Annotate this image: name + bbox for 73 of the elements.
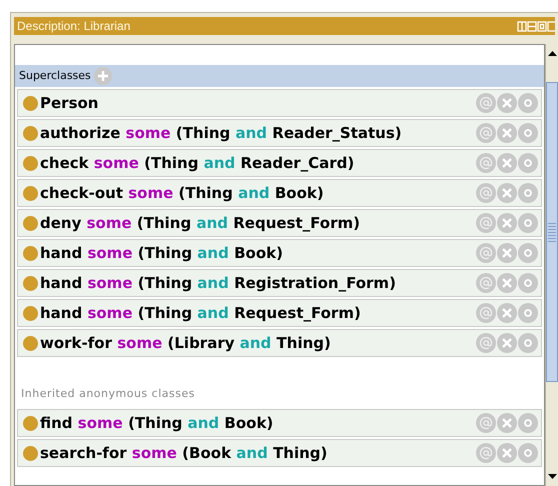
class-row[interactable]: hand some (Thing and Book): [17, 239, 542, 267]
class-dot-icon: [23, 216, 38, 230]
class-dot-icon: [23, 306, 38, 320]
annotation-icon[interactable]: [476, 273, 496, 293]
delete-icon[interactable]: [497, 243, 517, 263]
delete-icon[interactable]: [497, 443, 517, 463]
class-expression: find some (Thing and Book): [40, 412, 274, 434]
class-row[interactable]: check some (Thing and Reader_Card): [17, 149, 542, 177]
scrollbar[interactable]: [545, 44, 558, 486]
delete-icon[interactable]: [497, 333, 517, 353]
delete-icon[interactable]: [497, 213, 517, 233]
section-title: Superclasses: [19, 68, 91, 84]
annotation-icon[interactable]: [476, 153, 496, 173]
settings-icon[interactable]: [518, 413, 538, 433]
annotation-icon[interactable]: [476, 333, 496, 353]
class-dot-icon: [23, 446, 38, 460]
class-expression: hand some (Thing and Book): [40, 242, 284, 264]
class-row[interactable]: check-out some (Thing and Book): [17, 179, 542, 207]
window-title: Description: Librarian: [17, 18, 130, 35]
delete-icon[interactable]: [497, 303, 517, 323]
annotation-icon[interactable]: [476, 93, 496, 113]
delete-icon[interactable]: [497, 153, 517, 173]
class-dot-icon: [23, 416, 38, 430]
class-row[interactable]: deny some (Thing and Request_Form): [17, 209, 542, 237]
delete-icon[interactable]: [497, 123, 517, 143]
settings-icon[interactable]: [518, 93, 538, 113]
settings-icon[interactable]: [518, 333, 538, 353]
class-dot-icon: [23, 336, 38, 350]
delete-icon[interactable]: [497, 183, 517, 203]
settings-icon[interactable]: [518, 243, 538, 263]
class-expression: authorize some (Thing and Reader_Status): [40, 122, 403, 144]
settings-icon[interactable]: [518, 123, 538, 143]
class-expression: Person: [40, 92, 100, 114]
settings-icon[interactable]: [518, 153, 538, 173]
delete-icon[interactable]: [497, 93, 517, 113]
class-row[interactable]: hand some (Thing and Request_Form): [17, 299, 542, 327]
class-dot-icon: [23, 126, 38, 140]
view-controls-icon[interactable]: [517, 20, 555, 32]
annotation-icon[interactable]: [476, 243, 496, 263]
class-row[interactable]: hand some (Thing and Registration_Form): [17, 269, 542, 297]
class-expression: check some (Thing and Reader_Card): [40, 152, 356, 174]
class-row[interactable]: work-for some (Library and Thing): [17, 329, 542, 357]
class-expression: hand some (Thing and Registration_Form): [40, 272, 397, 294]
class-dot-icon: [23, 276, 38, 290]
delete-icon[interactable]: [497, 273, 517, 293]
annotation-icon[interactable]: [476, 213, 496, 233]
class-row[interactable]: authorize some (Thing and Reader_Status): [17, 119, 542, 147]
class-dot-icon: [23, 246, 38, 260]
annotation-icon[interactable]: [476, 413, 496, 433]
class-dot-icon: [23, 96, 38, 110]
settings-icon[interactable]: [518, 443, 538, 463]
annotation-icon[interactable]: [476, 123, 496, 143]
annotation-icon[interactable]: [476, 183, 496, 203]
settings-icon[interactable]: [518, 213, 538, 233]
add-icon[interactable]: [94, 67, 112, 85]
class-dot-icon: [23, 186, 38, 200]
scrollbar-thumb[interactable]: [546, 82, 558, 382]
class-dot-icon: [23, 156, 38, 170]
delete-icon[interactable]: [497, 413, 517, 433]
class-expression: work-for some (Library and Thing): [40, 332, 332, 354]
class-row[interactable]: Person: [17, 89, 542, 117]
annotation-icon[interactable]: [476, 303, 496, 323]
class-expression: hand some (Thing and Request_Form): [40, 302, 362, 324]
settings-icon[interactable]: [518, 183, 538, 203]
class-expression: search-for some (Book and Thing): [40, 442, 328, 464]
section-title: Inherited anonymous classes: [21, 386, 195, 402]
class-expression: deny some (Thing and Request_Form): [40, 212, 361, 234]
settings-icon[interactable]: [518, 273, 538, 293]
class-row[interactable]: search-for some (Book and Thing): [17, 439, 542, 467]
class-expression: check-out some (Thing and Book): [40, 182, 325, 204]
annotation-icon[interactable]: [476, 443, 496, 463]
settings-icon[interactable]: [518, 303, 538, 323]
class-row[interactable]: find some (Thing and Book): [17, 409, 542, 437]
